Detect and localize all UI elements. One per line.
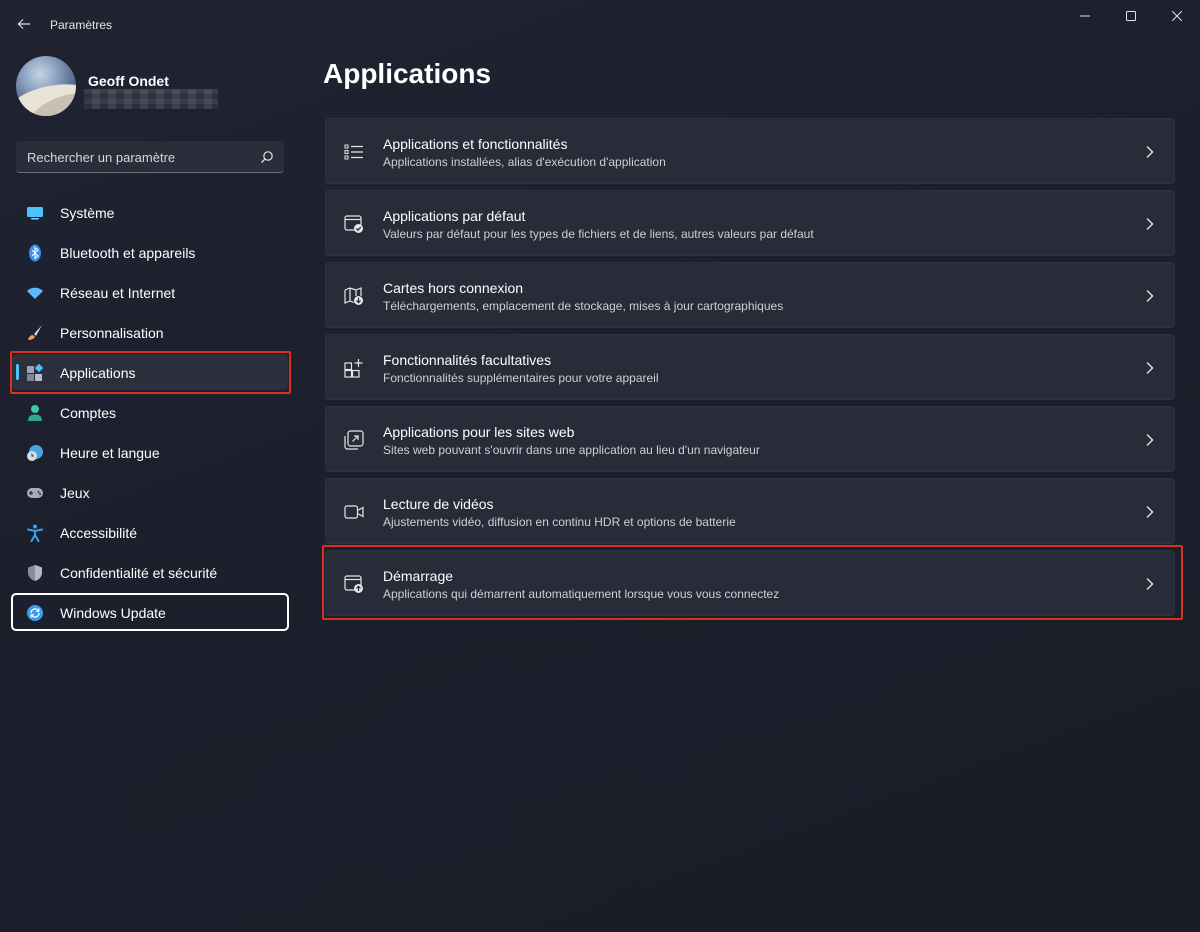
sidebar-item-label: Jeux [60, 485, 90, 501]
chevron-right-icon [1146, 506, 1154, 518]
chevron-right-icon [1146, 434, 1154, 446]
sidebar-item-label: Bluetooth et appareils [60, 245, 196, 261]
highlight-demarrage [322, 545, 1183, 620]
sidebar-item-comptes[interactable]: Comptes [12, 394, 288, 430]
close-icon [1172, 11, 1182, 21]
app-title: Paramètres [50, 18, 113, 32]
user-email-redacted [84, 89, 218, 109]
sidebar-item-bluetooth[interactable]: Bluetooth et appareils [12, 234, 288, 270]
sidebar-item-label: Accessibilité [60, 525, 138, 541]
clock-globe-icon [26, 444, 44, 462]
maximize-icon [1126, 11, 1136, 21]
map-download-icon [344, 287, 363, 305]
chevron-right-icon [1146, 146, 1154, 158]
accessibility-icon [26, 524, 44, 542]
default-apps-icon [344, 215, 363, 233]
back-arrow-icon [17, 19, 30, 29]
card-fonctionnalites-facultatives[interactable]: Fonctionnalités facultatives Fonctionnal… [325, 334, 1175, 400]
back-button[interactable] [10, 10, 38, 38]
sidebar-item-jeux[interactable]: Jeux [12, 474, 288, 510]
card-description: Applications installées, alias d'exécuti… [383, 155, 666, 169]
page-title: Applications [323, 58, 492, 89]
card-title: Applications par défaut [383, 208, 526, 224]
brush-icon [26, 324, 44, 342]
title-bar: Paramètres [0, 0, 1200, 48]
close-button[interactable] [1154, 0, 1200, 32]
card-title: Cartes hors connexion [383, 280, 524, 296]
card-title: Lecture de vidéos [383, 496, 494, 512]
minimize-button[interactable] [1062, 0, 1108, 32]
card-title: Applications et fonctionnalités [383, 136, 568, 152]
sidebar-item-label: Personnalisation [60, 325, 164, 341]
card-lecture-videos[interactable]: Lecture de vidéos Ajustements vidéo, dif… [325, 478, 1175, 544]
sidebar-item-heure-langue[interactable]: Heure et langue [12, 434, 288, 470]
card-description: Valeurs par défaut pour les types de fic… [383, 227, 814, 241]
add-grid-icon [344, 359, 363, 378]
card-cartes-hors-connexion[interactable]: Cartes hors connexion Téléchargements, e… [325, 262, 1175, 328]
bluetooth-icon [26, 244, 44, 262]
sidebar-nav: Système Bluetooth et appareils Réseau et… [11, 194, 289, 634]
highlight-applications [10, 351, 291, 394]
card-title: Fonctionnalités facultatives [383, 352, 552, 368]
user-name: Geoff Ondet [88, 73, 169, 89]
person-icon [26, 404, 44, 422]
sidebar-item-label: Réseau et Internet [60, 285, 176, 301]
card-description: Téléchargements, emplacement de stockage… [383, 299, 784, 313]
chevron-right-icon [1146, 362, 1154, 374]
sidebar-item-personnalisation[interactable]: Personnalisation [12, 314, 288, 350]
sidebar-item-systeme[interactable]: Système [12, 194, 288, 230]
sidebar-item-windows-update[interactable]: Windows Update [11, 593, 289, 631]
sidebar-item-label: Système [60, 205, 115, 221]
sidebar-item-confidentialite[interactable]: Confidentialité et sécurité [12, 554, 288, 590]
monitor-icon [26, 204, 44, 222]
minimize-icon [1080, 15, 1090, 17]
card-description: Fonctionnalités supplémentaires pour vot… [383, 371, 659, 385]
sidebar-item-label: Comptes [60, 405, 117, 421]
avatar[interactable] [16, 56, 76, 116]
sidebar-item-accessibilite[interactable]: Accessibilité [12, 514, 288, 550]
open-in-app-icon [344, 430, 364, 450]
settings-window: Paramètres Geoff Ondet Rechercher un par… [0, 0, 1200, 932]
wifi-icon [26, 284, 44, 302]
card-title: Applications pour les sites web [383, 424, 575, 440]
search-icon[interactable] [260, 150, 274, 164]
update-icon [26, 604, 44, 622]
chevron-right-icon [1146, 290, 1154, 302]
card-applications-fonctionnalites[interactable]: Applications et fonctionnalités Applicat… [325, 118, 1175, 184]
maximize-button[interactable] [1108, 0, 1154, 32]
sidebar-item-label: Heure et langue [60, 445, 160, 461]
card-applications-par-defaut[interactable]: Applications par défaut Valeurs par défa… [325, 190, 1175, 256]
card-description: Sites web pouvant s'ouvrir dans une appl… [383, 443, 760, 457]
chevron-right-icon [1146, 218, 1154, 230]
video-camera-icon [344, 505, 364, 519]
card-description: Ajustements vidéo, diffusion en continu … [383, 515, 736, 529]
search-placeholder: Rechercher un paramètre [27, 150, 176, 165]
shield-icon [26, 564, 44, 582]
sidebar-item-label: Confidentialité et sécurité [60, 565, 218, 581]
gamepad-icon [26, 484, 44, 502]
card-applications-sites-web[interactable]: Applications pour les sites web Sites we… [325, 406, 1175, 472]
search-input[interactable]: Rechercher un paramètre [16, 141, 284, 173]
sidebar-item-label: Windows Update [60, 605, 166, 621]
list-icon [344, 144, 363, 160]
sidebar-item-reseau[interactable]: Réseau et Internet [12, 274, 288, 310]
